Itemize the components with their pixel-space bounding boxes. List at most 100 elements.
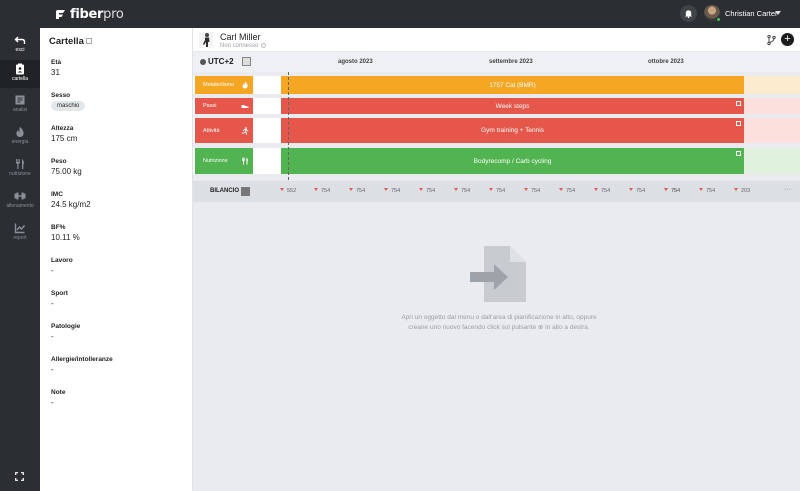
bilancio-value[interactable]: 754: [664, 188, 680, 194]
lane-bar-metabolismo[interactable]: 1757 Cal (BMR): [281, 76, 744, 94]
lane-bar-attivita[interactable]: Gym training + Tennis: [281, 118, 744, 143]
lane-bar-text: Bodyrecomp / Carb cycling: [473, 157, 552, 165]
lane-label-text: Nutrizione: [203, 158, 228, 164]
notifications-button[interactable]: [680, 5, 697, 22]
fullscreen-icon[interactable]: [15, 472, 24, 481]
bilancio-value[interactable]: 754: [419, 188, 435, 194]
field-value: -: [51, 299, 54, 308]
add-object-button[interactable]: +: [781, 33, 794, 46]
down-arrow-icon: [349, 188, 353, 191]
lane-label-text: Metabolismo: [203, 82, 235, 88]
field-allergie: Allergie/intolleranze -: [51, 356, 113, 374]
field-note: Note -: [51, 389, 65, 407]
edit-icon[interactable]: [85, 38, 92, 44]
branch-icon[interactable]: [767, 35, 776, 45]
bilancio-value[interactable]: 754: [384, 188, 400, 194]
field-imc: IMC 24.5 kg/m2: [51, 191, 91, 209]
info-icon[interactable]: [261, 43, 267, 48]
edit-icon[interactable]: [736, 151, 741, 156]
bilancio-value-text: 754: [426, 188, 436, 194]
dumbbell-icon: [14, 192, 26, 200]
bilancio-value[interactable]: 203: [734, 188, 750, 194]
bilancio-value[interactable]: 552: [280, 188, 296, 194]
client-avatar[interactable]: [199, 32, 213, 48]
chevron-down-icon[interactable]: [775, 11, 781, 15]
document-list-icon: [15, 95, 25, 105]
edit-icon[interactable]: [736, 121, 741, 126]
field-value: 75.00 kg: [51, 167, 82, 176]
nav-label: report: [13, 235, 27, 241]
bilancio-value[interactable]: 754: [594, 188, 610, 194]
nav-item-report[interactable]: report: [0, 219, 40, 247]
user-avatar[interactable]: [704, 5, 721, 22]
nav-item-cartella[interactable]: cartella: [0, 60, 40, 88]
scale-icon[interactable]: [241, 187, 250, 196]
field-value: 175 cm: [51, 134, 78, 143]
bilancio-value[interactable]: 754: [559, 188, 575, 194]
down-arrow-icon: [664, 188, 668, 191]
nav-item-esci[interactable]: esci: [0, 31, 40, 59]
bilancio-value[interactable]: 754: [524, 188, 540, 194]
bilancio-value-text: 552: [287, 188, 297, 194]
lane-bar-passi[interactable]: Week steps: [281, 98, 744, 114]
lane-label-nutrizione[interactable]: Nutrizione: [195, 148, 253, 174]
lane-bar-text: Week steps: [495, 102, 530, 110]
bilancio-value[interactable]: 754: [629, 188, 645, 194]
client-header: Carl Miller Non connesso +: [193, 28, 800, 52]
user-name[interactable]: Christian Carter: [725, 9, 778, 18]
field-value: -: [51, 398, 54, 407]
person-figure-icon: [203, 33, 210, 47]
bilancio-row: BILANCIO 552 754 754 754 754 754 754 754…: [193, 181, 800, 202]
empty-state-line1: Apri un oggetto dal menu o dall'area di …: [401, 314, 597, 321]
nav-label: esci: [15, 47, 25, 53]
field-bf: BF% 10.11 %: [51, 224, 80, 242]
month-label: agosto 2023: [338, 59, 373, 65]
field-label: BF%: [51, 224, 66, 231]
flame-icon: [242, 81, 248, 89]
bilancio-value-text: 754: [636, 188, 646, 194]
bilancio-value-text: 754: [531, 188, 541, 194]
bilancio-value[interactable]: 754: [699, 188, 715, 194]
field-peso: Peso 75.00 kg: [51, 158, 82, 176]
lane-metabolismo: Metabolismo 1757 Cal (BMR): [193, 76, 800, 94]
bilancio-value[interactable]: 754: [454, 188, 470, 194]
more-values[interactable]: ···: [784, 186, 791, 193]
planning-timeline: UTC+2 agosto 2023 settembre 2023 ottobre…: [193, 52, 800, 202]
nav-item-nutrizione[interactable]: nutrizione: [0, 155, 40, 183]
lane-label-metabolismo[interactable]: Metabolismo: [195, 76, 253, 94]
calendar-icon[interactable]: [242, 57, 251, 66]
bilancio-label: BILANCIO: [210, 188, 239, 194]
flame-icon: [16, 126, 24, 137]
lane-label-text: Passi: [203, 103, 217, 109]
nav-item-allenamento[interactable]: allenamento: [0, 187, 40, 215]
nav-item-analisi[interactable]: analisi: [0, 91, 40, 119]
open-file-icon: [470, 246, 526, 302]
field-patologie: Patologie -: [51, 323, 80, 341]
field-label: Peso: [51, 158, 67, 165]
bilancio-value[interactable]: 754: [314, 188, 330, 194]
lane-attivita: Attività Gym training + Tennis: [193, 118, 800, 143]
lane-bar-nutrizione[interactable]: Bodyrecomp / Carb cycling: [281, 148, 744, 174]
nav-label: nutrizione: [9, 171, 31, 177]
bilancio-value[interactable]: 754: [349, 188, 365, 194]
field-label: Altezza: [51, 125, 74, 132]
lane-label-passi[interactable]: Passi: [195, 98, 253, 114]
bilancio-value-text: 754: [321, 188, 331, 194]
edit-icon[interactable]: [736, 101, 741, 106]
lane-label-attivita[interactable]: Attività: [195, 118, 253, 143]
profile-panel: Cartella Età 31 Sesso maschio Altezza 17…: [40, 28, 193, 491]
bilancio-value-text: 754: [671, 188, 681, 194]
nav-item-energia[interactable]: energia: [0, 123, 40, 151]
field-label: Note: [51, 389, 66, 396]
client-name: Carl Miller: [220, 32, 261, 42]
running-person-icon: [241, 126, 249, 135]
bilancio-value-text: 754: [461, 188, 471, 194]
timezone-label: UTC+2: [208, 57, 234, 66]
fiberpro-logo[interactable]: fiberpro: [54, 6, 124, 22]
field-label: Sesso: [51, 92, 71, 99]
folder-person-icon: [16, 63, 24, 75]
lane-nutrizione: Nutrizione Bodyrecomp / Carb cycling: [193, 148, 800, 174]
bilancio-value[interactable]: 754: [489, 188, 505, 194]
timezone-selector[interactable]: UTC+2: [200, 57, 234, 66]
down-arrow-icon: [384, 188, 388, 191]
